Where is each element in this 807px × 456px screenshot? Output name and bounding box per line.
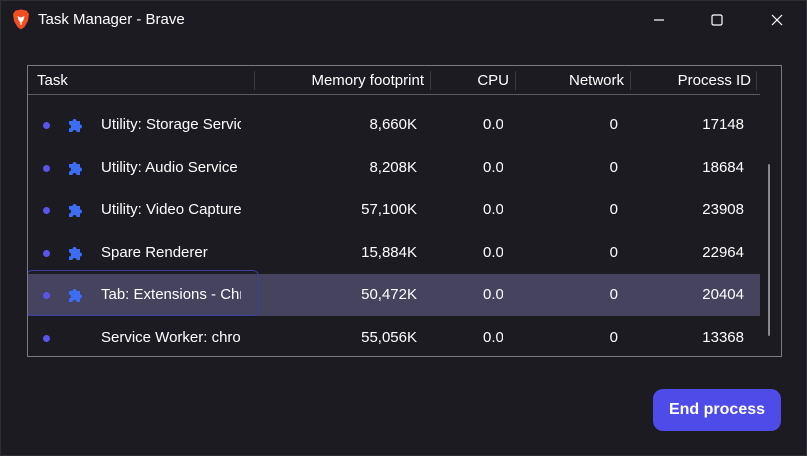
process-id-value: 22964: [702, 244, 744, 261]
table-row[interactable]: Utility: Video Capture 57,100K 0.0 0 239…: [28, 189, 760, 231]
network-value: 0: [609, 244, 618, 261]
network-value: 0: [609, 201, 618, 218]
close-icon: [771, 14, 783, 26]
brave-lion-icon: [13, 9, 29, 30]
task-name: Utility: Audio Service: [101, 159, 238, 176]
cpu-value: 0.0: [483, 201, 503, 218]
column-divider[interactable]: [254, 71, 255, 90]
cpu-value: 0.0: [483, 244, 503, 261]
window-title: Task Manager - Brave: [38, 11, 185, 28]
status-dot-icon: [43, 165, 50, 172]
table-header: Task Memory footprint CPU Network Proces…: [28, 66, 760, 95]
task-name: Utility: Storage Service: [101, 116, 241, 133]
process-id-value: 17148: [702, 116, 744, 133]
puzzle-icon: [69, 247, 82, 260]
status-dot-icon: [43, 207, 50, 214]
status-dot-icon: [43, 250, 50, 257]
process-id-value: 13368: [702, 329, 744, 346]
network-value: 0: [609, 159, 618, 176]
minimize-button[interactable]: [629, 1, 689, 39]
memory-value: 8,660K: [369, 116, 417, 133]
network-value: 0: [609, 116, 618, 133]
table-row[interactable]: Service Worker: chrome 55,056K 0.0 0 133…: [28, 317, 760, 356]
process-id-value: 20404: [702, 286, 744, 303]
column-header-process-id[interactable]: Process ID: [631, 66, 751, 94]
memory-value: 15,884K: [361, 244, 417, 261]
close-button[interactable]: [747, 1, 807, 39]
column-header-cpu[interactable]: CPU: [431, 66, 509, 94]
memory-value: 8,208K: [369, 159, 417, 176]
memory-value: 55,056K: [361, 329, 417, 346]
process-id-value: 23908: [702, 201, 744, 218]
process-table: Task Memory footprint CPU Network Proces…: [27, 65, 782, 357]
process-id-value: 18684: [702, 159, 744, 176]
network-value: 0: [609, 329, 618, 346]
column-divider[interactable]: [756, 71, 757, 90]
task-name: Spare Renderer: [101, 244, 208, 261]
cpu-value: 0.0: [483, 116, 503, 133]
status-dot-icon: [43, 122, 50, 129]
cpu-value: 0.0: [483, 329, 503, 346]
scrollbar-thumb[interactable]: [768, 164, 770, 336]
focus-ring: [28, 270, 259, 316]
cpu-value: 0.0: [483, 286, 503, 303]
memory-value: 57,100K: [361, 201, 417, 218]
cpu-value: 0.0: [483, 159, 503, 176]
task-name: Service Worker: chrome: [101, 329, 241, 346]
column-header-network[interactable]: Network: [516, 66, 624, 94]
vertical-scrollbar[interactable]: [763, 96, 779, 354]
memory-value: 50,472K: [361, 286, 417, 303]
table-row[interactable]: Utility: Storage Service 8,660K 0.0 0 17…: [28, 104, 760, 146]
task-name: Utility: Video Capture: [101, 201, 241, 218]
status-dot-icon: [43, 335, 50, 342]
table-row[interactable]: Utility: Audio Service 8,208K 0.0 0 1868…: [28, 147, 760, 189]
minimize-icon: [654, 19, 664, 21]
maximize-icon: [711, 14, 723, 26]
puzzle-icon: [69, 119, 82, 132]
end-process-button[interactable]: End process: [653, 389, 781, 431]
column-header-memory[interactable]: Memory footprint: [256, 66, 424, 94]
column-header-task[interactable]: Task: [37, 66, 68, 94]
network-value: 0: [609, 286, 618, 303]
task-manager-window: Task Manager - Brave Task Memory footpri…: [0, 0, 807, 456]
title-bar[interactable]: Task Manager - Brave: [1, 1, 806, 39]
maximize-button[interactable]: [687, 1, 747, 39]
table-row[interactable]: Spare Renderer 15,884K 0.0 0 22964: [28, 232, 760, 274]
puzzle-icon: [69, 204, 82, 217]
puzzle-icon: [69, 162, 82, 175]
